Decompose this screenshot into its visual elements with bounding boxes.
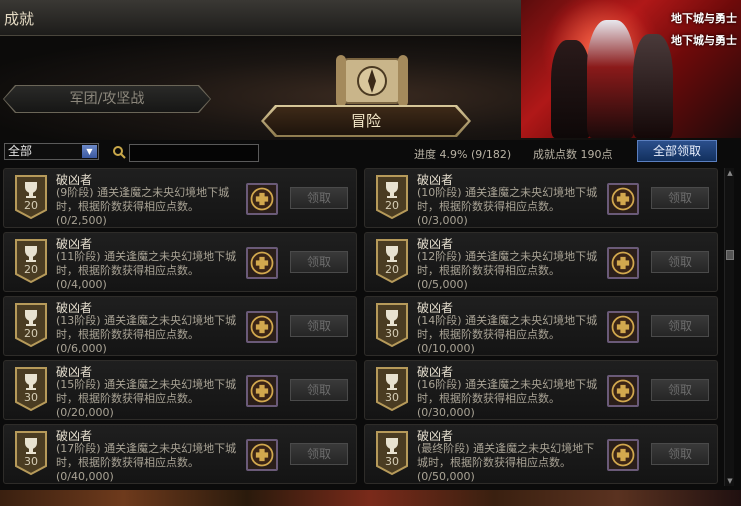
bottom-art-strip — [0, 490, 741, 506]
achievement-points-badge: 30 — [385, 391, 399, 404]
claim-button[interactable]: 领取 — [290, 315, 348, 337]
achievement-progress: (0/30,000) — [417, 406, 475, 419]
claim-button[interactable]: 领取 — [651, 379, 709, 401]
achievement-progress: (0/40,000) — [56, 470, 114, 483]
reward-emblem-icon[interactable] — [246, 439, 278, 471]
scroll-compass-icon — [336, 55, 408, 107]
claim-button[interactable]: 领取 — [290, 443, 348, 465]
category-dropdown[interactable]: 全部 ▼ — [4, 143, 99, 160]
progress-text: 进度 4.9% (9/182) — [414, 148, 512, 161]
achievement-description: (9阶段) 通关逢魔之未央幻境地下城时，根据阶数获得相应点数。 — [56, 186, 230, 213]
scroll-down-arrow-icon[interactable]: ▼ — [725, 476, 735, 486]
chevron-down-icon[interactable]: ▼ — [82, 145, 97, 158]
achievement-description: (14阶段) 通关逢魔之未央幻境地下城时，根据阶数获得相应点数。 — [417, 314, 598, 341]
claim-button[interactable]: 领取 — [290, 379, 348, 401]
achievement-progress: (0/6,000) — [56, 342, 107, 355]
achievement-card: 30 破凶者 (17阶段) 通关逢魔之未央幻境地下城时，根据阶数获得相应点数。 (0/… — [3, 424, 357, 484]
scrollbar[interactable]: ▲ ▼ — [724, 168, 734, 486]
promo-art: 地下城与勇士 地下城与勇士 — [521, 0, 741, 138]
achievement-description: (17阶段) 通关逢魔之未央幻境地下城时，根据阶数获得相应点数。 — [56, 442, 237, 469]
game-logo-secondary: 地下城与勇士 — [671, 34, 737, 47]
achievement-progress: (0/20,000) — [56, 406, 114, 419]
claim-button[interactable]: 领取 — [290, 251, 348, 273]
achievement-description: (11阶段) 通关逢魔之未央幻境地下城时，根据阶数获得相应点数。 — [56, 250, 237, 277]
tab-adventure[interactable]: 冒险 — [264, 107, 468, 135]
trophy-badge-icon — [15, 367, 47, 412]
achievement-progress: (0/3,000) — [417, 214, 468, 227]
reward-emblem-icon[interactable] — [246, 183, 278, 215]
achievement-card: 20 破凶者 (9阶段) 通关逢魔之未央幻境地下城时，根据阶数获得相应点数。 (0/2… — [3, 168, 357, 228]
achievement-description: (16阶段) 通关逢魔之未央幻境地下城时，根据阶数获得相应点数。 — [417, 378, 598, 405]
achievement-card: 30 破凶者 (14阶段) 通关逢魔之未央幻境地下城时，根据阶数获得相应点数。 (0/… — [364, 296, 718, 356]
search-icon — [113, 146, 126, 159]
reward-emblem-icon[interactable] — [607, 311, 639, 343]
achievement-points-badge: 30 — [24, 391, 38, 404]
reward-emblem-icon[interactable] — [246, 375, 278, 407]
trophy-badge-icon — [15, 175, 47, 220]
reward-emblem-icon[interactable] — [607, 439, 639, 471]
reward-emblem-icon[interactable] — [607, 375, 639, 407]
achievement-description: (12阶段) 通关逢魔之未央幻境地下城时，根据阶数获得相应点数。 — [417, 250, 598, 277]
achievement-description: (10阶段) 通关逢魔之未央幻境地下城时，根据阶数获得相应点数。 — [417, 186, 598, 213]
achievement-description: (13阶段) 通关逢魔之未央幻境地下城时，根据阶数获得相应点数。 — [56, 314, 237, 341]
trophy-badge-icon — [15, 239, 47, 284]
search-input[interactable] — [129, 144, 259, 162]
achievement-progress: (0/5,000) — [417, 278, 468, 291]
achievement-card: 20 破凶者 (12阶段) 通关逢魔之未央幻境地下城时，根据阶数获得相应点数。 (0/… — [364, 232, 718, 292]
trophy-badge-icon — [376, 175, 408, 220]
achievement-progress: (0/50,000) — [417, 470, 475, 483]
achievement-points-badge: 30 — [385, 327, 399, 340]
trophy-badge-icon — [376, 431, 408, 476]
trophy-badge-icon — [376, 367, 408, 412]
reward-emblem-icon[interactable] — [246, 247, 278, 279]
achievement-points-badge: 20 — [24, 327, 38, 340]
claim-button[interactable]: 领取 — [651, 187, 709, 209]
scrollbar-thumb[interactable] — [726, 250, 734, 260]
trophy-badge-icon — [15, 303, 47, 348]
window-title: 成就 — [4, 10, 35, 28]
tab-legion[interactable]: 军团/攻坚战 — [4, 86, 210, 112]
achievement-card: 30 破凶者 (16阶段) 通关逢魔之未央幻境地下城时，根据阶数获得相应点数。 (0/… — [364, 360, 718, 420]
achievement-points-badge: 20 — [24, 199, 38, 212]
achievement-points: 成就点数 190点 — [533, 148, 613, 161]
trophy-badge-icon — [15, 431, 47, 476]
achievement-list: 20 破凶者 (9阶段) 通关逢魔之未央幻境地下城时，根据阶数获得相应点数。 (0/2… — [0, 166, 741, 490]
achievement-points-badge: 30 — [24, 455, 38, 468]
achievement-points-badge: 30 — [385, 455, 399, 468]
achievement-card: 20 破凶者 (11阶段) 通关逢魔之未央幻境地下城时，根据阶数获得相应点数。 (0/… — [3, 232, 357, 292]
achievement-progress: (0/10,000) — [417, 342, 475, 355]
claim-button[interactable]: 领取 — [290, 187, 348, 209]
trophy-badge-icon — [376, 239, 408, 284]
achievement-card: 30 破凶者 (15阶段) 通关逢魔之未央幻境地下城时，根据阶数获得相应点数。 (0/… — [3, 360, 357, 420]
claim-button[interactable]: 领取 — [651, 443, 709, 465]
achievement-points-badge: 20 — [24, 263, 38, 276]
claim-button[interactable]: 领取 — [651, 251, 709, 273]
category-dropdown-value: 全部 — [8, 144, 33, 158]
achievement-card: 20 破凶者 (13阶段) 通关逢魔之未央幻境地下城时，根据阶数获得相应点数。 (0/… — [3, 296, 357, 356]
achievement-card: 30 破凶者 (最终阶段) 通关逢魔之未央幻境地下城时，根据阶数获得相应点数。 (0/… — [364, 424, 718, 484]
scroll-up-arrow-icon[interactable]: ▲ — [725, 168, 735, 178]
reward-emblem-icon[interactable] — [246, 311, 278, 343]
achievement-card: 20 破凶者 (10阶段) 通关逢魔之未央幻境地下城时，根据阶数获得相应点数。 (0/… — [364, 168, 718, 228]
reward-emblem-icon[interactable] — [607, 247, 639, 279]
achievement-points-badge: 20 — [385, 263, 399, 276]
reward-emblem-icon[interactable] — [607, 183, 639, 215]
game-logo: 地下城与勇士 — [671, 12, 737, 25]
claim-button[interactable]: 领取 — [651, 315, 709, 337]
trophy-badge-icon — [376, 303, 408, 348]
achievement-description: (15阶段) 通关逢魔之未央幻境地下城时，根据阶数获得相应点数。 — [56, 378, 237, 405]
claim-all-button[interactable]: 全部领取 — [637, 140, 717, 162]
achievement-progress: (0/2,500) — [56, 214, 107, 227]
title-bar: 成就 — [0, 0, 521, 36]
achievement-progress: (0/4,000) — [56, 278, 107, 291]
achievement-description: (最终阶段) 通关逢魔之未央幻境地下城时，根据阶数获得相应点数。 — [417, 442, 595, 469]
achievement-points-badge: 20 — [385, 199, 399, 212]
